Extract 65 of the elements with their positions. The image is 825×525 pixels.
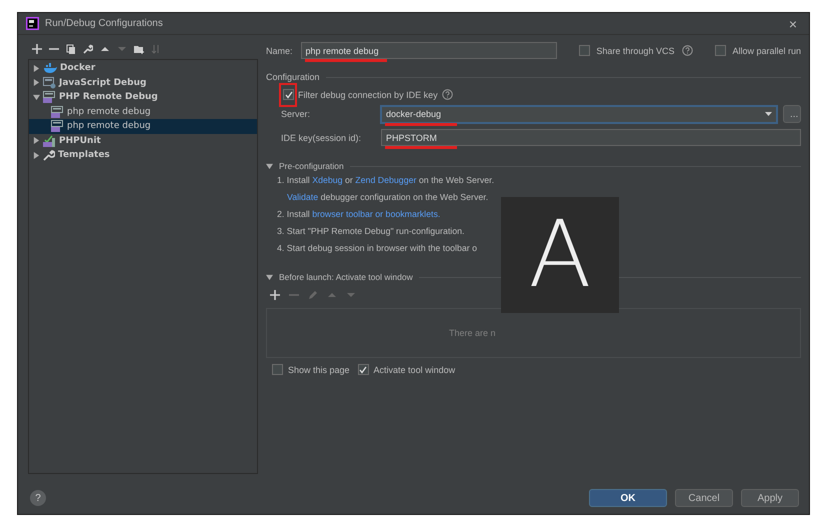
step-text: 1. Install <box>277 174 311 184</box>
overlay-letter: A <box>528 209 592 301</box>
option-checkbox[interactable] <box>358 364 369 375</box>
check-mark-icon <box>359 366 368 374</box>
link[interactable]: Zend Debugger <box>355 174 416 184</box>
tree-item[interactable]: Docker <box>29 61 257 76</box>
step-text: on the Web Server. <box>418 174 494 184</box>
tree-item[interactable]: Templates <box>29 148 257 162</box>
php-debug-icon <box>51 106 64 118</box>
wrench-icon <box>43 149 55 162</box>
help-button[interactable]: ? <box>30 490 46 506</box>
section-heading: Pre-configuration <box>279 161 344 171</box>
collapse-arrow-icon[interactable] <box>266 274 273 280</box>
empty-message: There are n <box>449 328 496 338</box>
browse-button[interactable]: ... <box>783 105 801 123</box>
collapse-arrow-icon[interactable] <box>266 162 273 170</box>
section-heading: Before launch: Activate tool window <box>279 272 413 282</box>
step-text: 4. Start debug session in browser with the toolbar o <box>277 242 477 252</box>
step-text: debugger configuration on the Web Server. <box>320 192 488 202</box>
ide-key-label: IDE key(session id): <box>281 132 362 142</box>
link[interactable]: Validate <box>287 192 318 202</box>
parallel-checkbox[interactable] <box>715 45 726 56</box>
whale-icon <box>43 62 57 74</box>
wrench-icon[interactable] <box>83 44 93 54</box>
dialog-window: Run/Debug Configurations × Docker JavaScript Debug PHP Remote Debug php remote debug php remote debug PHPUnit Templates Name: php remote debug Share through VCS Allow parallel run Configuration Filter debug connection by IDE key Server: docker-debug ... IDE key(session id): PHPSTORM Pre-configuration 1. Install Xdebug or Zend Debugger on the Web Server. Validate debugger configuration on the Web Server. 2. Install browser toolbar or bookmarklets. 3. Start "PHP Remote Debug" run-configuration. 4. Start debug session in browser with the toolbar o Before launch: Activate tool window There are n Show this page Activate tool window ? OK Cancel Apply A <box>17 12 810 515</box>
dialog-button[interactable]: Apply <box>741 489 799 507</box>
option-label: Show this page <box>288 364 350 374</box>
step-text: 2. Install <box>277 208 311 218</box>
php-debug-icon <box>51 120 64 132</box>
step-text: 3. Start "PHP Remote Debug" run-configuration. <box>277 226 464 236</box>
step-text: or <box>344 174 354 184</box>
option-label: Activate tool window <box>374 364 456 374</box>
copy-icon[interactable] <box>66 44 76 54</box>
php-debug-icon <box>43 91 56 104</box>
share-checkbox[interactable] <box>579 45 590 56</box>
filter-checkbox[interactable] <box>283 89 294 100</box>
link[interactable]: browser toolbar or bookmarklets. <box>312 208 440 218</box>
help-icon[interactable] <box>442 89 453 100</box>
dialog-button[interactable]: Cancel <box>675 489 733 507</box>
link[interactable]: Xdebug <box>312 174 343 184</box>
add-icon[interactable] <box>32 44 42 54</box>
tree-item[interactable]: JavaScript Debug <box>29 76 257 90</box>
tree-item[interactable]: php remote debug <box>29 104 257 119</box>
name-label: Name: <box>266 46 293 56</box>
name-field[interactable]: php remote debug <box>300 42 557 59</box>
window-title: Run/Debug Configurations <box>45 18 164 29</box>
check-mark-icon <box>284 90 292 98</box>
dialog-button[interactable]: OK <box>589 489 667 507</box>
debug-config-icon <box>43 76 56 89</box>
tree-item[interactable]: PHP Remote Debug <box>29 90 257 104</box>
close-button[interactable]: × <box>784 16 801 32</box>
ide-key-field[interactable]: PHPSTORM <box>381 129 801 146</box>
app-logo-icon <box>26 17 39 30</box>
move-up-icon[interactable] <box>100 44 110 54</box>
filter-label: Filter debug connection by IDE key <box>298 90 438 100</box>
section-heading: Configuration <box>266 72 320 82</box>
tree-item[interactable]: php remote debug <box>29 119 257 134</box>
help-icon[interactable] <box>682 45 694 56</box>
folder-icon[interactable] <box>134 44 144 54</box>
tree-item[interactable]: PHPUnit <box>29 134 257 148</box>
server-label: Server: <box>281 109 312 119</box>
php-unit-icon <box>43 134 56 147</box>
dropdown-arrow-icon <box>765 112 772 116</box>
option-checkbox[interactable] <box>272 364 283 375</box>
add-icon[interactable] <box>270 290 280 300</box>
